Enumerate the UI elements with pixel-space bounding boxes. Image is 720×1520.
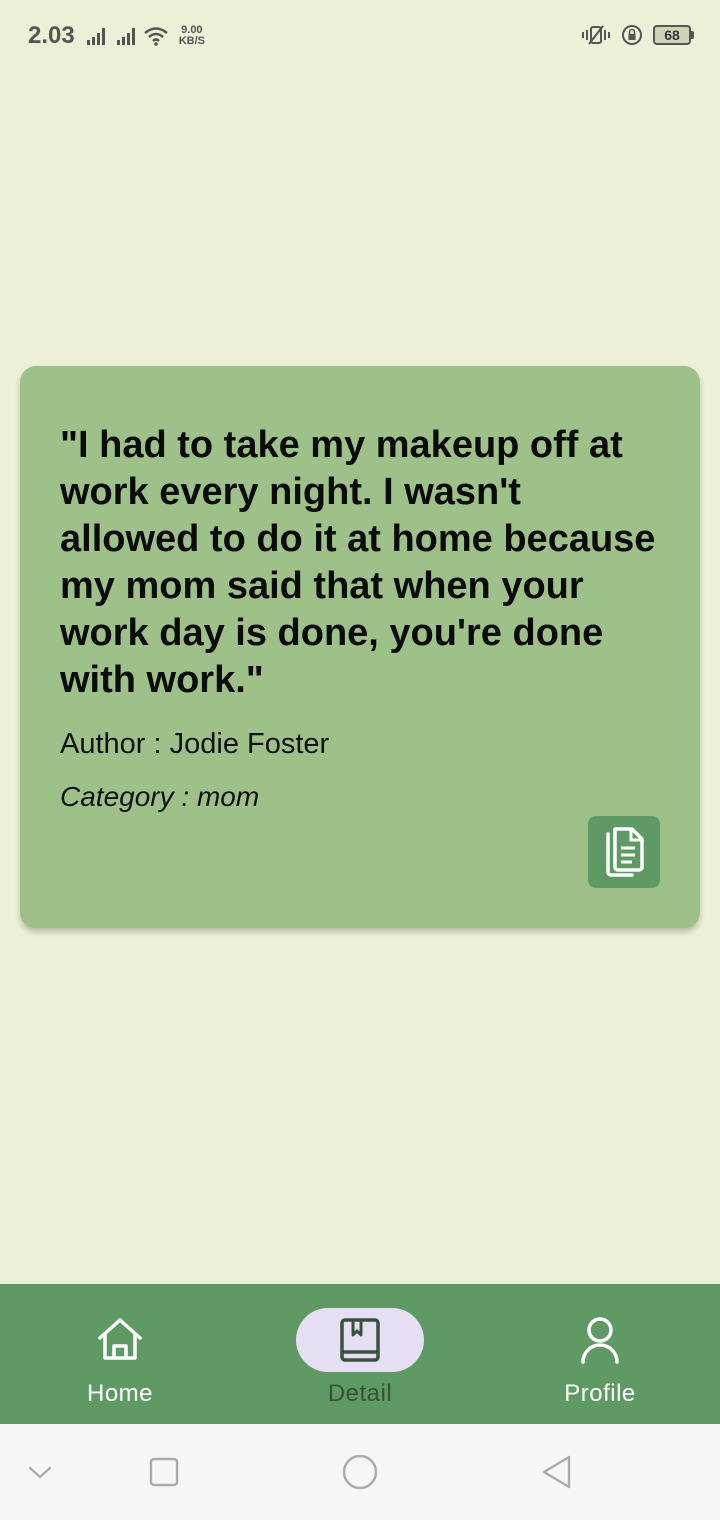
chevron-down-icon [28,1466,52,1479]
nav-label-detail: Detail [327,1380,393,1407]
nav-item-profile[interactable]: Profile [480,1284,720,1424]
book-icon [340,1318,380,1362]
battery-level: 68 [653,25,691,45]
back-button[interactable] [532,1452,580,1492]
net-speed-unit: KB/S [178,35,205,47]
rotation-lock-icon [622,25,642,45]
signal-icon [86,27,105,45]
status-left: 2.03 9.00 KB/S [28,22,205,50]
nav-item-home[interactable]: Home [0,1284,240,1424]
back-icon [542,1455,571,1489]
home-system-button[interactable] [336,1452,384,1492]
copy-button[interactable] [588,816,660,888]
home-circle-icon [342,1454,378,1490]
nav-label-home: Home [86,1380,154,1407]
vibrate-icon [582,25,610,45]
bottom-navigation: Home Detail Profile [0,1284,720,1424]
nav-item-detail[interactable]: Detail [240,1284,480,1424]
copy-icon [606,827,644,877]
signal-icon [116,27,135,45]
system-navigation-bar [0,1424,720,1520]
nav-icon-container [296,1308,424,1372]
net-speed: 9.00 KB/S [179,25,205,47]
status-right: 68 [581,24,694,46]
person-icon [581,1317,619,1364]
recents-button[interactable] [140,1452,188,1492]
home-icon [98,1318,142,1360]
quote-category: Category : mom [60,781,260,812]
status-bar: 2.03 9.00 KB/S 68 [0,0,720,72]
quote-card: "I had to take my makeup off at work eve… [20,366,700,928]
nav-label-profile: Profile [564,1380,636,1407]
status-time: 2.03 [28,22,75,49]
wifi-icon [143,27,168,46]
quote-author: Author : Jodie Foster [60,728,330,760]
quote-text: "I had to take my makeup off at work eve… [60,424,656,701]
battery-icon: 68 [653,25,694,45]
recents-icon [149,1457,179,1487]
chevron-down-button[interactable] [16,1452,64,1492]
nav-icon-container [536,1308,664,1372]
nav-icon-container [56,1308,184,1372]
